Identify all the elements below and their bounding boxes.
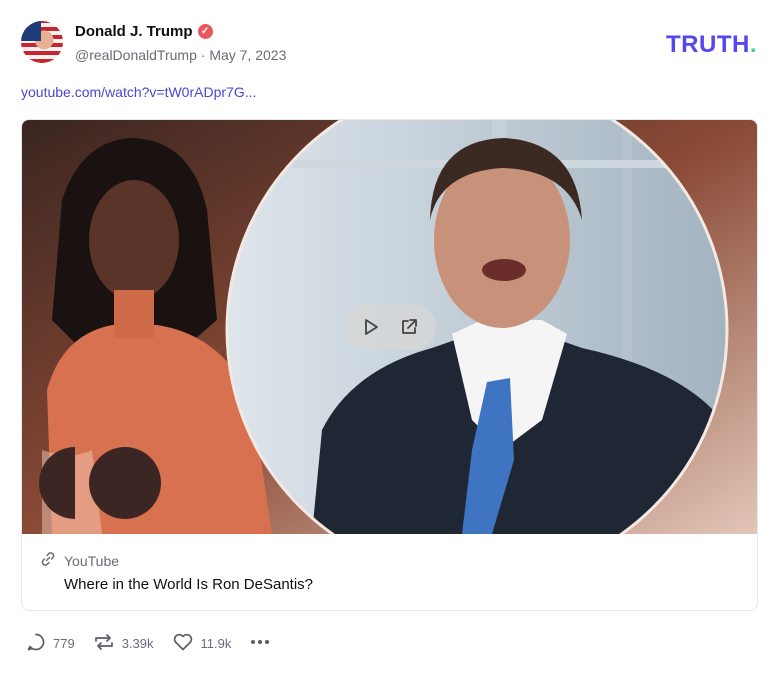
truth-logo[interactable]: TRUTH. bbox=[666, 31, 757, 59]
reply-count: 779 bbox=[53, 635, 75, 651]
card-title[interactable]: Where in the World Is Ron DeSantis? bbox=[64, 576, 313, 593]
author-meta: @realDonaldTrump · May 7, 2023 bbox=[75, 47, 286, 63]
repost-button[interactable]: 3.39k bbox=[93, 632, 154, 655]
channel-logo bbox=[39, 447, 161, 519]
verified-icon: ✓ bbox=[197, 24, 213, 39]
reply-icon bbox=[26, 632, 46, 655]
more-button[interactable] bbox=[249, 632, 271, 655]
more-icon bbox=[249, 632, 271, 655]
logo-dot: . bbox=[749, 31, 757, 58]
repost-icon bbox=[93, 632, 115, 655]
author-name[interactable]: Donald J. Trump ✓ bbox=[75, 23, 213, 40]
meta-separator: · bbox=[200, 47, 206, 63]
card-source: YouTube bbox=[40, 551, 119, 570]
card-source-text: YouTube bbox=[64, 552, 120, 569]
play-icon[interactable] bbox=[360, 316, 382, 338]
post-actions: 779 3.39k 11.9k bbox=[26, 631, 271, 655]
card-meta: YouTube Where in the World Is Ron DeSant… bbox=[22, 534, 757, 610]
open-external-icon[interactable] bbox=[398, 316, 420, 338]
media-controls bbox=[344, 304, 436, 350]
post-date[interactable]: May 7, 2023 bbox=[209, 47, 286, 63]
heart-icon bbox=[172, 632, 194, 655]
repost-count: 3.39k bbox=[121, 635, 154, 651]
post-header: Donald J. Trump ✓ @realDonaldTrump · May… bbox=[21, 21, 757, 65]
author-name-text: Donald J. Trump bbox=[75, 23, 193, 40]
author-handle[interactable]: @realDonaldTrump bbox=[75, 47, 197, 63]
post-link[interactable]: youtube.com/watch?v=tW0rADpr7G... bbox=[21, 84, 256, 100]
like-button[interactable]: 11.9k bbox=[172, 632, 232, 655]
logo-text: TRUTH bbox=[666, 31, 750, 58]
video-thumbnail[interactable] bbox=[22, 120, 757, 534]
avatar[interactable] bbox=[21, 21, 63, 63]
link-preview-card[interactable]: YouTube Where in the World Is Ron DeSant… bbox=[21, 119, 758, 611]
reply-button[interactable]: 779 bbox=[26, 632, 75, 655]
link-icon bbox=[40, 551, 56, 570]
like-count: 11.9k bbox=[200, 635, 232, 651]
